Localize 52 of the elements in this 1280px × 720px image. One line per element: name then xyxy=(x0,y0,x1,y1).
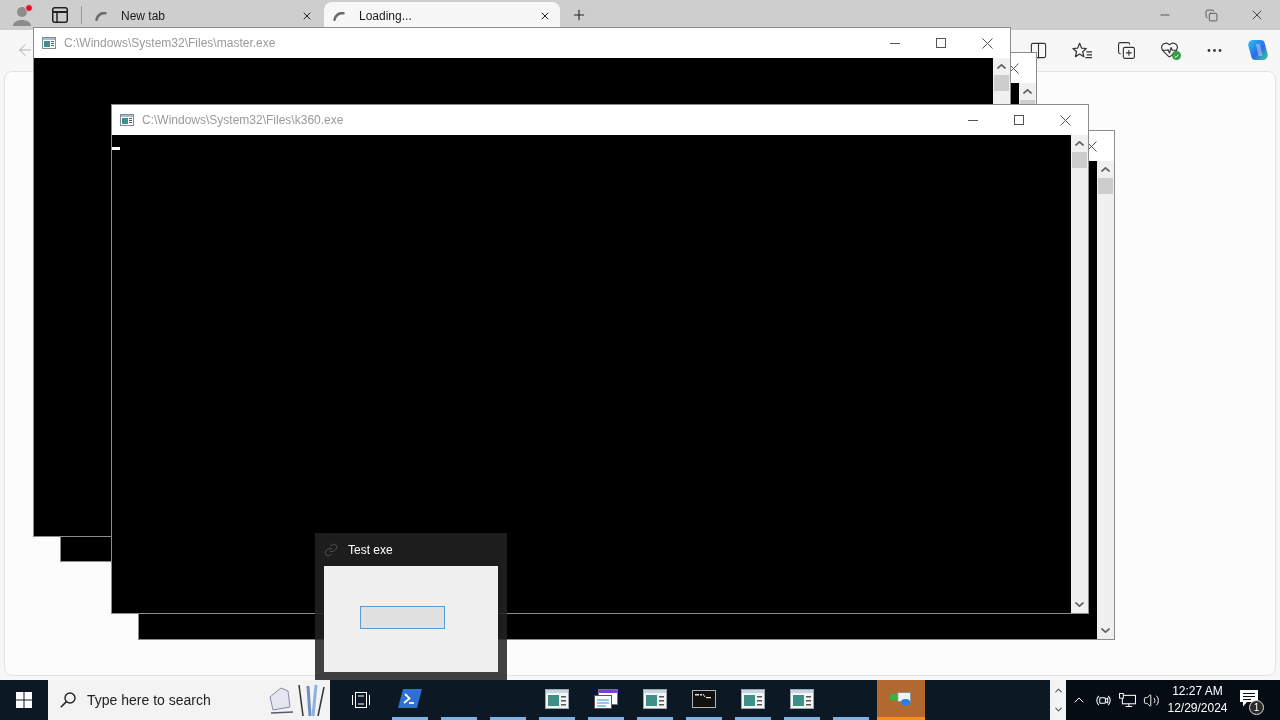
swirl-logo-icon[interactable] xyxy=(1248,40,1268,60)
app-window-icon xyxy=(642,688,667,709)
scrollbar[interactable] xyxy=(1097,161,1114,639)
app-window-icon xyxy=(740,688,765,709)
favorites-icon[interactable] xyxy=(1071,41,1093,59)
close-icon[interactable] xyxy=(981,37,993,49)
window-title: C:\Windows\System32\Files\master.exe xyxy=(64,35,276,52)
console-window-icon xyxy=(120,114,134,126)
network-icon[interactable] xyxy=(1118,692,1136,708)
scrollbar[interactable] xyxy=(1071,135,1088,613)
scroll-down-icon[interactable] xyxy=(1052,704,1064,715)
prompt-icon xyxy=(397,689,422,708)
search-field[interactable]: Type here to search xyxy=(48,680,330,720)
document-window-icon xyxy=(593,688,618,709)
profile-avatar-icon[interactable] xyxy=(11,4,33,26)
maximize-icon[interactable] xyxy=(936,38,946,48)
new-tab-icon[interactable] xyxy=(571,7,587,23)
command-prompt-icon xyxy=(691,689,716,708)
collections-icon[interactable] xyxy=(1116,40,1136,60)
start-logo-icon xyxy=(16,692,32,708)
volume-icon[interactable] xyxy=(1142,691,1160,709)
search-icon xyxy=(60,692,76,708)
remote-screens-icon xyxy=(890,691,912,706)
tab-panel-icon[interactable] xyxy=(52,7,68,23)
clock-button[interactable]: 12:27 AM 12/29/2024 xyxy=(1163,680,1232,720)
console-window-icon xyxy=(42,37,56,49)
notification-badge: 1 xyxy=(1249,700,1264,715)
close-icon[interactable] xyxy=(301,10,313,22)
search-input[interactable]: Type here to search xyxy=(87,689,247,711)
scrollbar-thumb[interactable] xyxy=(994,75,1009,91)
minimize-icon[interactable] xyxy=(968,119,978,121)
app-window-icon xyxy=(789,688,814,709)
maximize-icon[interactable] xyxy=(1014,115,1024,125)
camera-icon[interactable] xyxy=(1095,692,1111,708)
app-window-icon xyxy=(544,688,569,709)
notifications-button[interactable]: 1 xyxy=(1232,680,1268,720)
close-icon[interactable] xyxy=(539,10,551,22)
thumbnail-title: Test exe xyxy=(348,541,393,559)
scrollbar-thumb[interactable] xyxy=(1098,178,1113,194)
close-icon[interactable] xyxy=(1059,114,1071,126)
search-highlight-drawing xyxy=(266,682,328,718)
window-title: C:\Windows\System32\Files\k360.exe xyxy=(142,112,344,129)
scrollbar-thumb[interactable] xyxy=(1020,100,1035,104)
heart-check-icon[interactable] xyxy=(1159,40,1181,60)
browser-tab[interactable]: Loading... xyxy=(324,2,560,30)
loading-spinner-icon xyxy=(95,11,107,21)
restore-icon[interactable] xyxy=(1204,8,1218,22)
minimize-icon[interactable] xyxy=(890,42,900,44)
task-view-icon xyxy=(351,692,370,708)
loading-spinner-icon xyxy=(333,11,345,21)
link-icon xyxy=(324,542,338,557)
scrollbar-thumb[interactable] xyxy=(1072,152,1087,168)
